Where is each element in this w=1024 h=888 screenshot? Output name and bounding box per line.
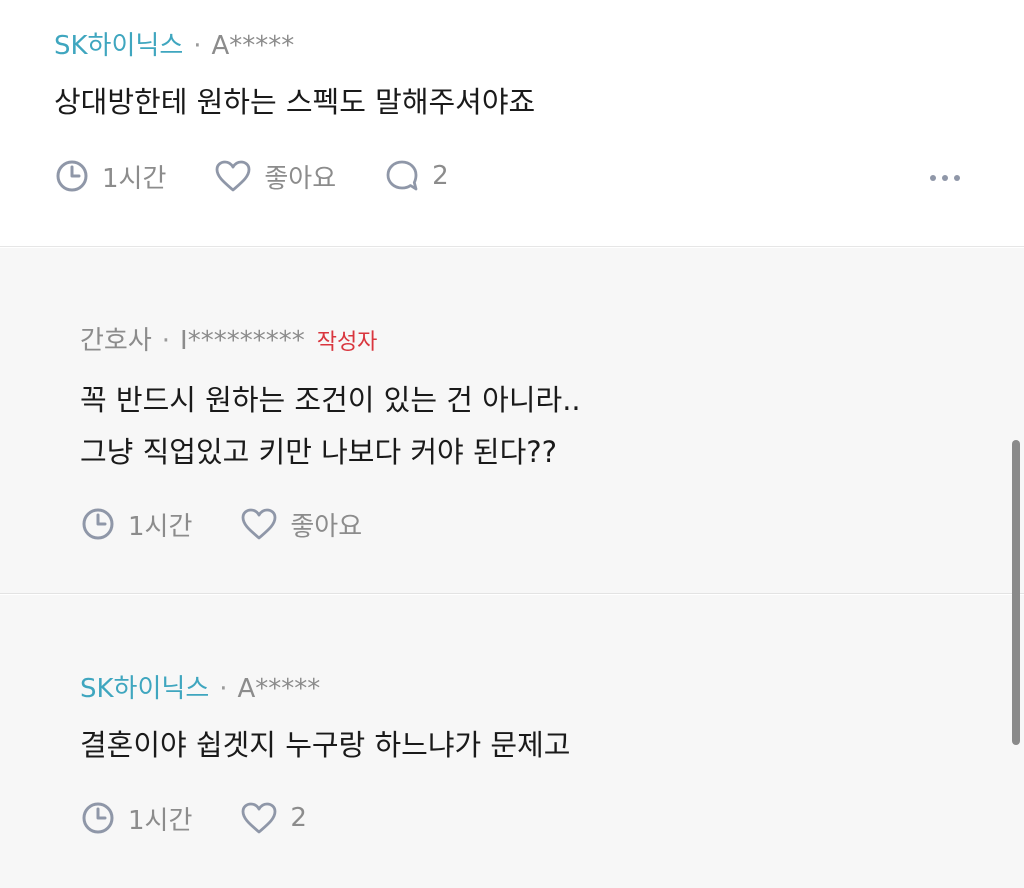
- timestamp: 1시간: [80, 506, 192, 543]
- comment-body: 결혼이야 쉽겟지 누구랑 하느냐가 문제고: [80, 719, 570, 771]
- like-count: 2: [290, 803, 307, 833]
- author-line: 간호사 · I********* 작성자: [80, 325, 377, 359]
- heart-icon: [241, 802, 277, 834]
- reply-button[interactable]: 2: [384, 158, 449, 194]
- comment-body-line: 그냥 직업있고 키만 나보다 커야 된다??: [80, 435, 558, 469]
- comment-body: 상대방한테 원하는 스펙도 말해주셔야죠: [54, 76, 535, 128]
- reply-card: SK하이닉스 · A***** 결혼이야 쉽겟지 누구랑 하느냐가 문제고 1시간 …: [0, 595, 1024, 888]
- author-company[interactable]: SK하이닉스: [54, 31, 183, 61]
- like-button[interactable]: 좋아요: [214, 158, 336, 195]
- timestamp: 1시간: [80, 800, 192, 837]
- author-line: SK하이닉스 · A*****: [80, 673, 320, 705]
- comment-body-line: 꼭 반드시 원하는 조건이 있는 건 아니라..: [80, 383, 581, 417]
- heart-icon: [241, 508, 277, 540]
- timestamp-label: 1시간: [102, 163, 167, 194]
- comment-card: SK하이닉스 · A***** 상대방한테 원하는 스펙도 말해주셔야죠 1시간 좋…: [0, 0, 1024, 247]
- comment-meta: 1시간 좋아요: [80, 504, 410, 544]
- author-company[interactable]: SK하이닉스: [80, 674, 209, 704]
- comment-meta: 1시간 좋아요 2: [54, 156, 497, 196]
- writer-badge: 작성자: [316, 330, 378, 355]
- timestamp-label: 1시간: [128, 805, 193, 836]
- clock-icon: [82, 508, 114, 540]
- author-username[interactable]: A*****: [238, 674, 321, 704]
- like-label: 좋아요: [290, 511, 363, 542]
- like-label: 좋아요: [264, 163, 337, 194]
- like-button[interactable]: 좋아요: [240, 506, 362, 543]
- comment-meta: 1시간 2: [80, 798, 355, 838]
- author-separator: ·: [193, 31, 202, 61]
- comment-body: 꼭 반드시 원하는 조건이 있는 건 아니라.. 그냥 직업있고 키만 나보다 …: [80, 374, 581, 478]
- more-options-button[interactable]: [921, 158, 969, 198]
- clock-icon: [82, 802, 114, 834]
- comment-body-line: 결혼이야 쉽겟지 누구랑 하느냐가 문제고: [80, 728, 571, 762]
- comment-body-line: 상대방한테 원하는 스펙도 말해주셔야죠: [54, 85, 536, 119]
- heart-icon: [215, 160, 251, 192]
- author-line: SK하이닉스 · A*****: [54, 30, 294, 62]
- scrollbar[interactable]: [1012, 440, 1020, 745]
- reply-count: 2: [432, 161, 449, 191]
- comment-bubble-icon: [386, 160, 418, 191]
- more-options-icon: [930, 175, 960, 181]
- author-company[interactable]: 간호사: [80, 326, 152, 356]
- reply-card: 간호사 · I********* 작성자 꼭 반드시 원하는 조건이 있는 건 아니라…: [0, 248, 1024, 594]
- like-button[interactable]: 2: [240, 801, 307, 835]
- author-username[interactable]: A*****: [212, 31, 295, 61]
- scrollbar-thumb[interactable]: [1012, 440, 1020, 745]
- author-separator: ·: [219, 674, 228, 704]
- timestamp-label: 1시간: [128, 511, 193, 542]
- clock-icon: [56, 160, 88, 192]
- author-username[interactable]: I*********: [180, 326, 305, 356]
- timestamp: 1시간: [54, 158, 166, 195]
- author-separator: ·: [161, 326, 171, 356]
